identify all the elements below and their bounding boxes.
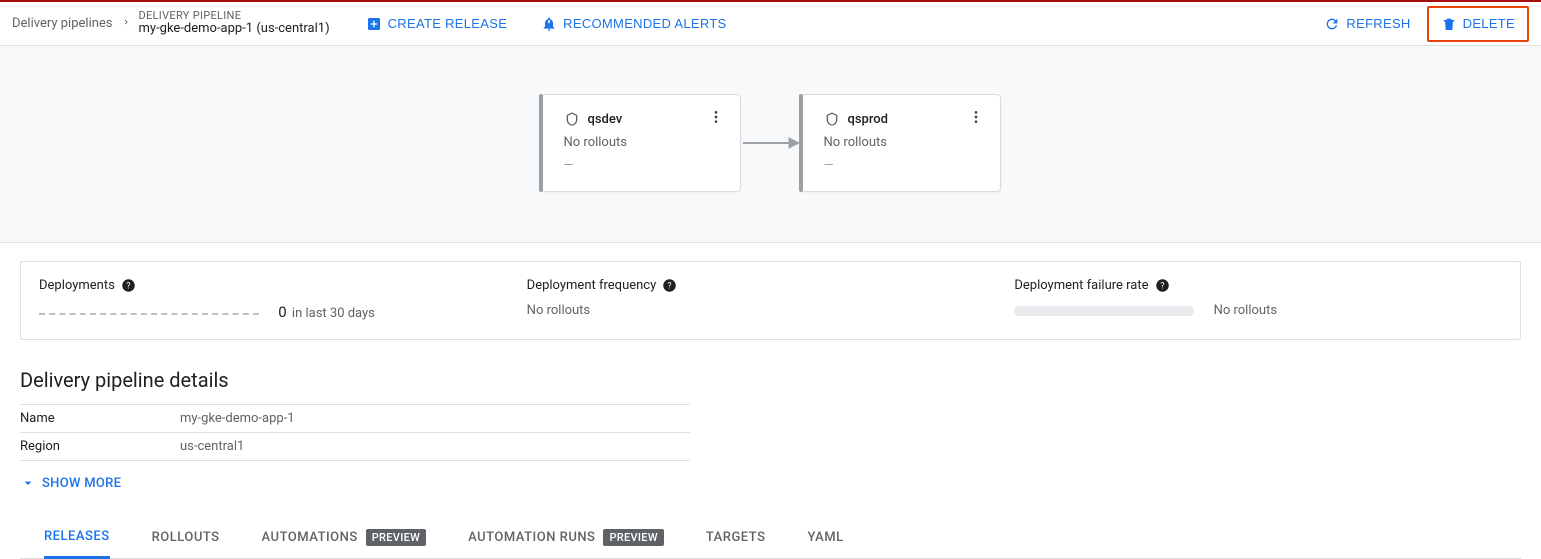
failure-bar xyxy=(1014,306,1194,316)
help-icon[interactable]: ? xyxy=(121,278,136,293)
show-more-label: SHOW MORE xyxy=(42,476,121,491)
stage-card[interactable]: qsprod No rollouts — xyxy=(801,94,1001,192)
kubernetes-icon xyxy=(564,111,580,127)
preview-badge: PREVIEW xyxy=(366,529,426,546)
metric-count: 0 xyxy=(278,303,286,321)
stage-menu-button[interactable] xyxy=(968,109,984,129)
more-vert-icon xyxy=(708,109,724,125)
svg-text:?: ? xyxy=(126,282,130,292)
chevron-right-icon xyxy=(121,16,131,31)
details-heading: Delivery pipeline details xyxy=(20,368,1521,392)
stage-card[interactable]: qsdev No rollouts — xyxy=(541,94,741,192)
metrics-panel: Deployments ? 0 in last 30 days Deployme… xyxy=(20,261,1521,340)
tab-rollouts[interactable]: ROLLOUTS xyxy=(152,519,220,558)
header-bar: Delivery pipelines DELIVERY PIPELINE my-… xyxy=(0,2,1541,46)
tab-yaml[interactable]: YAML xyxy=(807,519,843,558)
stage-name-label: qsprod xyxy=(848,112,889,127)
tab-label: RELEASES xyxy=(44,529,110,544)
stage-value: — xyxy=(564,158,724,173)
stage-status: No rollouts xyxy=(564,135,724,150)
delete-label: DELETE xyxy=(1463,16,1515,31)
metric-suffix: in last 30 days xyxy=(292,306,375,321)
arrow-right-icon xyxy=(743,135,799,151)
recommended-alerts-label: RECOMMENDED ALERTS xyxy=(563,16,726,31)
table-row: Region us-central1 xyxy=(20,433,690,461)
help-icon[interactable]: ? xyxy=(1155,278,1170,293)
page-title: my-gke-demo-app-1 (us-central1) xyxy=(139,22,330,37)
table-row: Name my-gke-demo-app-1 xyxy=(20,405,690,433)
show-more-button[interactable]: SHOW MORE xyxy=(20,475,121,491)
stage-status: No rollouts xyxy=(824,135,984,150)
stage-menu-button[interactable] xyxy=(708,109,724,129)
create-release-button[interactable]: CREATE RELEASE xyxy=(358,10,516,38)
create-release-label: CREATE RELEASE xyxy=(388,16,508,31)
metric-failure-rate: Deployment failure rate ? No rollouts xyxy=(1014,278,1502,321)
metric-deployments: Deployments ? 0 in last 30 days xyxy=(39,278,527,321)
metric-frequency: Deployment frequency ? No rollouts xyxy=(527,278,1015,321)
detail-key: Region xyxy=(20,433,180,461)
pipeline-graph: qsdev No rollouts — qsprod No rollouts — xyxy=(0,46,1541,243)
breadcrumb-root[interactable]: Delivery pipelines xyxy=(12,16,113,31)
tab-releases[interactable]: RELEASES xyxy=(44,519,110,559)
refresh-label: REFRESH xyxy=(1346,16,1410,31)
bell-plus-icon xyxy=(541,16,557,32)
svg-text:?: ? xyxy=(668,282,672,292)
tab-automation-runs[interactable]: AUTOMATION RUNS PREVIEW xyxy=(468,519,664,558)
metric-text: No rollouts xyxy=(527,303,991,318)
detail-value: my-gke-demo-app-1 xyxy=(180,405,690,433)
details-section: Delivery pipeline details Name my-gke-de… xyxy=(20,368,1521,495)
trash-icon xyxy=(1441,16,1457,32)
breadcrumb-current: DELIVERY PIPELINE my-gke-demo-app-1 (us-… xyxy=(139,10,330,38)
metric-text: No rollouts xyxy=(1214,303,1277,318)
refresh-icon xyxy=(1324,16,1340,32)
svg-text:?: ? xyxy=(1160,282,1164,292)
kubernetes-icon xyxy=(824,111,840,127)
detail-key: Name xyxy=(20,405,180,433)
refresh-button[interactable]: REFRESH xyxy=(1316,10,1418,38)
recommended-alerts-button[interactable]: RECOMMENDED ALERTS xyxy=(533,10,734,38)
details-table: Name my-gke-demo-app-1 Region us-central… xyxy=(20,404,690,461)
chevron-down-icon xyxy=(20,475,36,491)
detail-value: us-central1 xyxy=(180,433,690,461)
metric-title-label: Deployment frequency xyxy=(527,278,657,293)
plus-box-icon xyxy=(366,16,382,32)
metric-title-label: Deployment failure rate xyxy=(1014,278,1148,293)
preview-badge: PREVIEW xyxy=(603,529,663,546)
more-vert-icon xyxy=(968,109,984,125)
sparkline-placeholder xyxy=(39,313,259,315)
help-icon[interactable]: ? xyxy=(662,278,677,293)
tabs-bar: RELEASES ROLLOUTS AUTOMATIONS PREVIEW AU… xyxy=(20,519,1521,559)
delete-button[interactable]: DELETE xyxy=(1433,10,1523,38)
stage-arrow xyxy=(741,135,801,151)
tab-automations[interactable]: AUTOMATIONS PREVIEW xyxy=(262,519,427,558)
tab-targets[interactable]: TARGETS xyxy=(706,519,766,558)
metric-title-label: Deployments xyxy=(39,278,115,293)
stage-name-label: qsdev xyxy=(588,112,623,127)
stage-value: — xyxy=(824,158,984,173)
delete-highlight-box: DELETE xyxy=(1427,6,1529,42)
